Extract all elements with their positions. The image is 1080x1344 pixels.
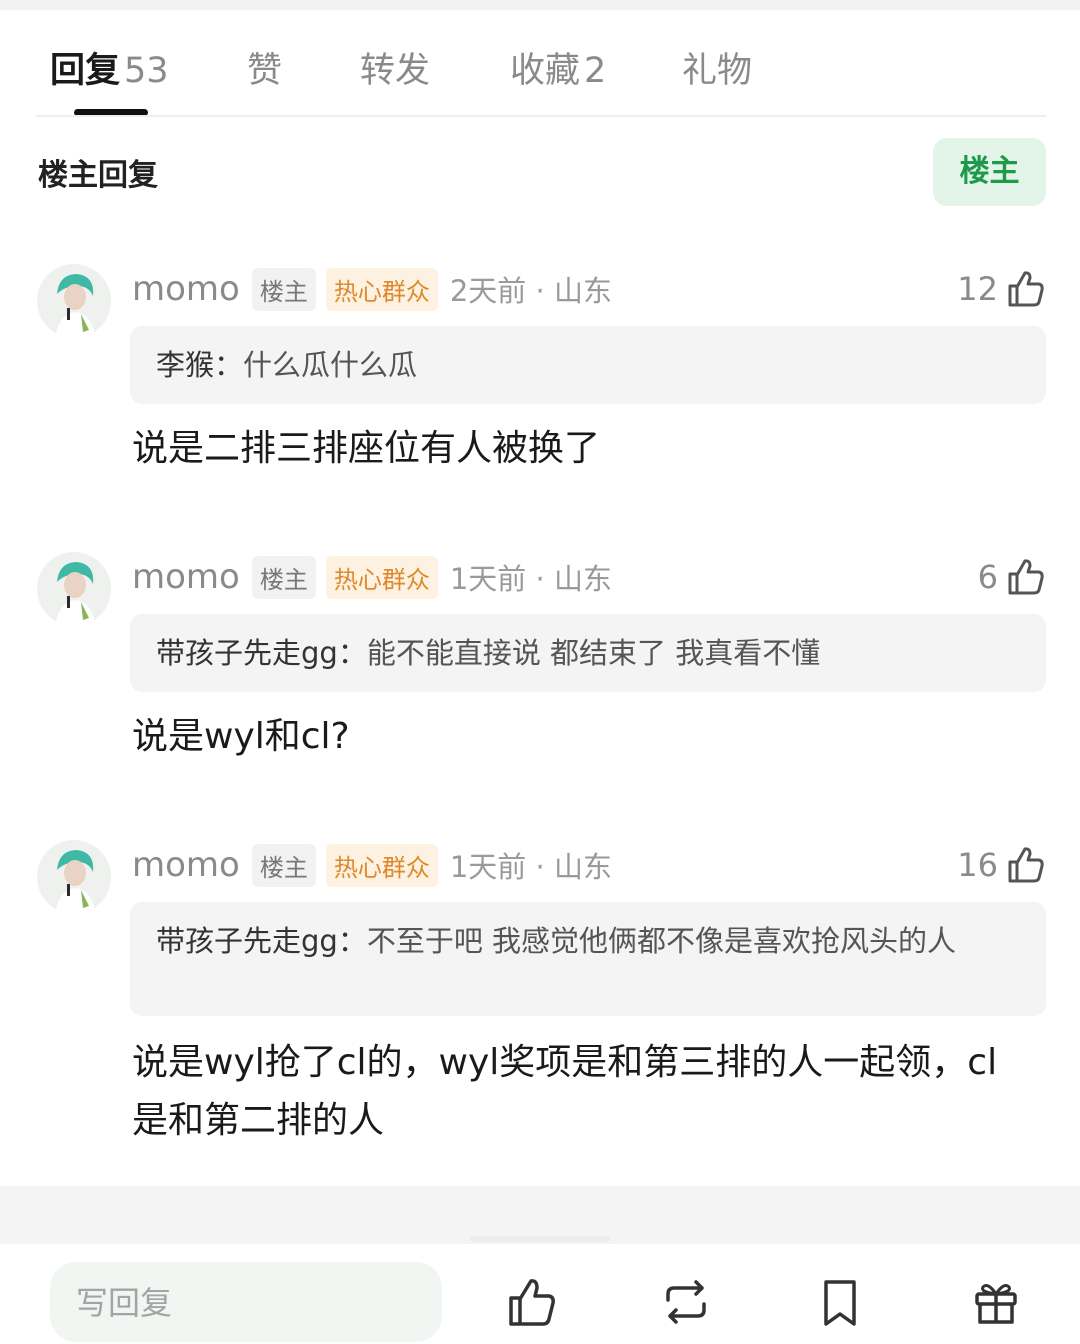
comment-meta: momo 楼主 热心群众 1天前 · 山东 bbox=[132, 555, 612, 599]
avatar[interactable] bbox=[37, 840, 111, 914]
quoted-reply[interactable]: 李猴：什么瓜什么瓜 bbox=[130, 326, 1046, 404]
tab-replies-label: 回复 bbox=[50, 51, 121, 91]
quoted-user: 带孩子先走gg： bbox=[156, 636, 367, 670]
thumbs-up-icon bbox=[1008, 271, 1044, 307]
timestamp-location: 1天前 · 山东 bbox=[449, 850, 612, 884]
quoted-text: 不至于吧 我感觉他俩都不像是喜欢抢风头的人 bbox=[366, 924, 957, 958]
username[interactable]: momo bbox=[132, 269, 240, 309]
comment-text: 说是二排三排座位有人被换了 bbox=[132, 428, 601, 469]
like-button[interactable]: 12 bbox=[957, 266, 1046, 312]
tab-reposts[interactable]: 转发 bbox=[360, 42, 430, 93]
avatar[interactable] bbox=[37, 264, 111, 338]
thumbs-up-icon[interactable] bbox=[506, 1276, 558, 1328]
hot-badge: 热心群众 bbox=[325, 267, 438, 311]
owner-filter-button[interactable]: 楼主 bbox=[933, 138, 1046, 206]
like-button[interactable]: 6 bbox=[978, 554, 1046, 600]
tab-gifts[interactable]: 礼物 bbox=[682, 42, 752, 93]
tab-likes[interactable]: 赞 bbox=[247, 42, 282, 93]
bookmark-icon[interactable] bbox=[814, 1276, 866, 1328]
quoted-user: 李猴： bbox=[156, 348, 244, 382]
quoted-text: 能不能直接说 都结束了 我真看不懂 bbox=[366, 636, 821, 670]
hot-badge: 热心群众 bbox=[325, 555, 438, 599]
timestamp-location: 1天前 · 山东 bbox=[449, 562, 612, 596]
comment-text: 说是wyl和cl? bbox=[132, 716, 350, 757]
timestamp-location: 2天前 · 山东 bbox=[449, 274, 612, 308]
avatar-image bbox=[37, 264, 111, 338]
hot-badge: 热心群众 bbox=[325, 843, 438, 887]
tab-likes-label: 赞 bbox=[247, 51, 283, 91]
owner-badge: 楼主 bbox=[251, 555, 316, 599]
avatar[interactable] bbox=[37, 552, 111, 626]
like-button[interactable]: 16 bbox=[957, 842, 1046, 888]
comment-meta: momo 楼主 热心群众 2天前 · 山东 bbox=[132, 267, 612, 311]
like-count: 12 bbox=[957, 270, 998, 308]
quoted-text: 什么瓜什么瓜 bbox=[243, 348, 418, 382]
like-count: 6 bbox=[977, 558, 998, 596]
repost-icon[interactable] bbox=[660, 1276, 712, 1328]
tab-reposts-label: 转发 bbox=[360, 51, 431, 91]
tabs-divider bbox=[36, 115, 1046, 117]
tab-gifts-label: 礼物 bbox=[682, 51, 753, 91]
quoted-user: 带孩子先走gg： bbox=[156, 924, 367, 958]
owner-badge: 楼主 bbox=[251, 843, 316, 887]
quoted-reply[interactable]: 带孩子先走gg：不至于吧 我感觉他俩都不像是喜欢抢风头的人 bbox=[130, 902, 1046, 1016]
thumbs-up-icon bbox=[1008, 847, 1044, 883]
username[interactable]: momo bbox=[132, 845, 240, 885]
section-title: 楼主回复 bbox=[38, 158, 158, 193]
tab-replies-count: 53 bbox=[124, 51, 169, 91]
like-count: 16 bbox=[957, 846, 998, 884]
username[interactable]: momo bbox=[132, 557, 240, 597]
reply-input[interactable]: 写回复 bbox=[50, 1262, 442, 1342]
tab-bar: 回复 53 赞 转发 收藏 2 礼物 bbox=[0, 10, 1080, 116]
comment-meta: momo 楼主 热心群众 1天前 · 山东 bbox=[132, 843, 612, 887]
owner-badge: 楼主 bbox=[251, 267, 316, 311]
top-strip bbox=[0, 0, 1080, 10]
footer-faint-text bbox=[470, 1236, 610, 1242]
thumbs-up-icon bbox=[1008, 559, 1044, 595]
comment-text: 说是wyl抢了cl的，wyl奖项是和第三排的人一起领，cl是和第二排的人 bbox=[132, 1042, 998, 1141]
gift-icon[interactable] bbox=[970, 1276, 1022, 1328]
tab-favorites-label: 收藏 bbox=[510, 51, 581, 91]
tab-replies[interactable]: 回复 53 bbox=[50, 42, 169, 93]
avatar-image bbox=[37, 552, 111, 626]
quoted-reply[interactable]: 带孩子先走gg：能不能直接说 都结束了 我真看不懂 bbox=[130, 614, 1046, 692]
avatar-image bbox=[37, 840, 111, 914]
tab-favorites-count: 2 bbox=[584, 51, 607, 91]
tab-favorites[interactable]: 收藏 2 bbox=[510, 42, 606, 93]
